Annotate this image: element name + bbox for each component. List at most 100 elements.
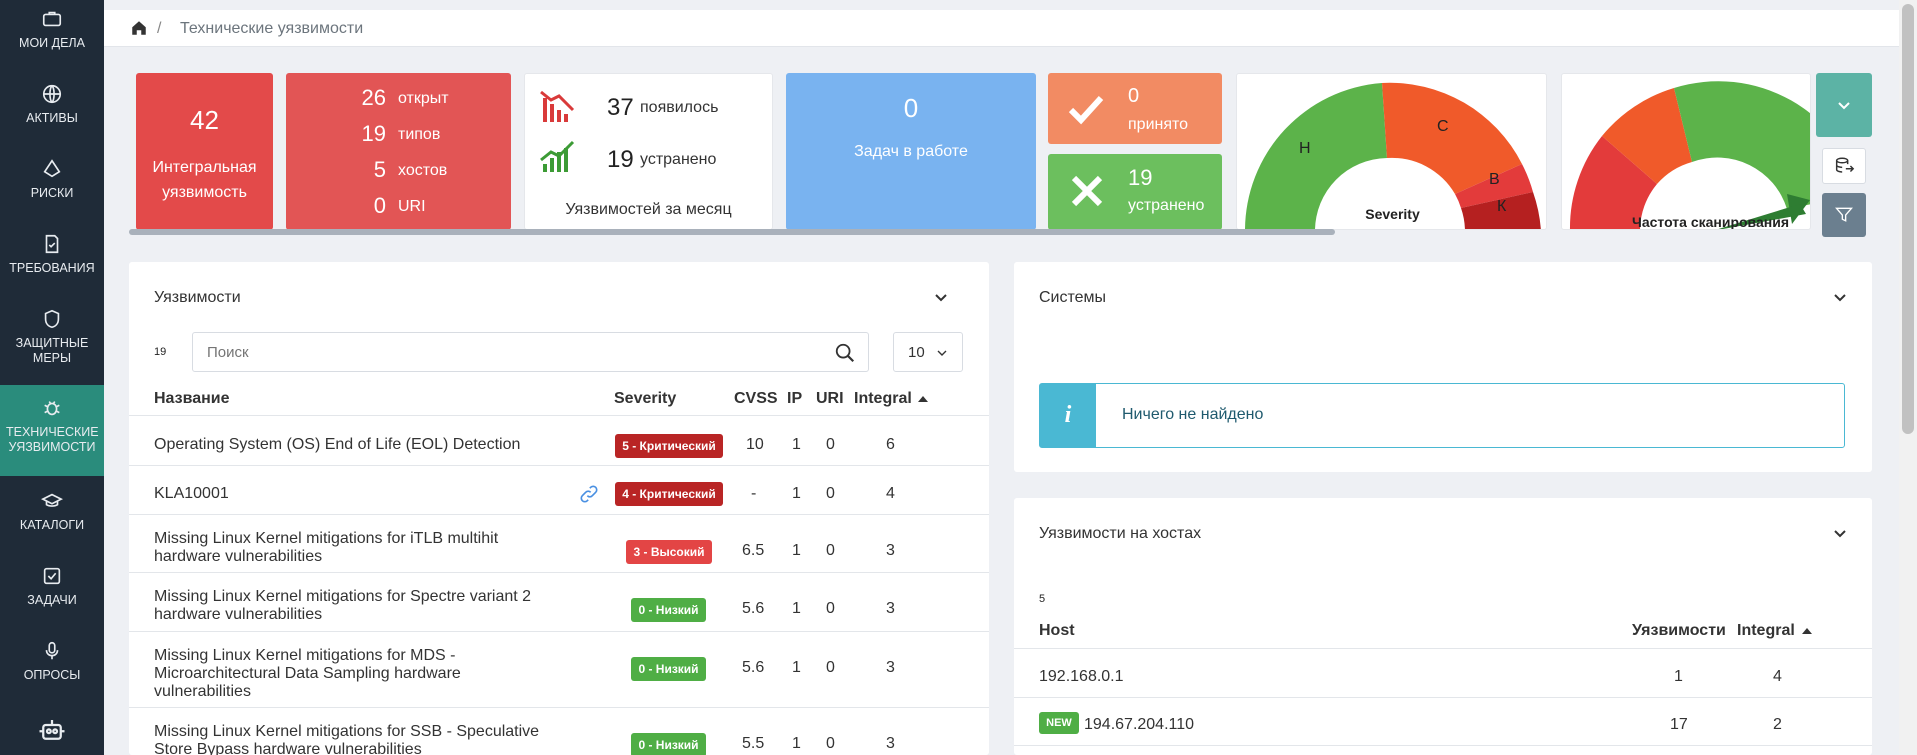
sidebar-item-tasks[interactable]: ЗАДАЧИ [0, 565, 104, 608]
chevron-down-icon[interactable] [1832, 290, 1848, 306]
sidebar-item-label: ОПРОСЫ [23, 668, 81, 682]
count-uri: 0 URI [286, 193, 511, 229]
gauge-label-medium: С [1437, 118, 1449, 135]
count-value: 0 [373, 193, 386, 218]
ip-count: 1 [792, 735, 801, 752]
integral-value: 3 [886, 542, 895, 559]
shield-icon [44, 309, 60, 329]
row-divider [1014, 697, 1872, 698]
sidebar: МОИ ДЕЛА АКТИВЫ РИСКИ ТРЕБОВАНИЯ ЗАЩИТНЫ… [0, 0, 104, 755]
sidebar-item-requirements[interactable]: ТРЕБОВАНИЯ [0, 233, 104, 276]
header-divider [1014, 648, 1872, 649]
graduation-cap-icon [41, 493, 63, 507]
appeared-value: 37 [607, 94, 634, 121]
tasks-label: Задач в работе [854, 143, 968, 160]
host-integral: 2 [1773, 716, 1782, 733]
resolved-card[interactable]: 19 устранено [1048, 154, 1222, 230]
column-integral[interactable]: Integral [854, 390, 912, 408]
column-integral[interactable]: Integral [1737, 622, 1795, 640]
chevron-down-icon[interactable] [1832, 526, 1848, 542]
column-ip[interactable]: IP [787, 390, 802, 408]
sidebar-item-label: ЗАДАЧИ [27, 593, 77, 607]
sidebar-item-tech-vulns[interactable]: ТЕХНИЧЕСКИЕ УЯЗВИМОСТИ [0, 385, 104, 476]
breadcrumb-separator: / [157, 20, 162, 37]
host-address[interactable]: 192.168.0.1 [1039, 668, 1124, 686]
ip-count: 1 [792, 436, 801, 453]
integral-value: 42 [190, 105, 219, 135]
sidebar-item-my-tasks[interactable]: МОИ ДЕЛА [0, 8, 104, 51]
search-box[interactable] [192, 332, 869, 372]
cvss-value: 10 [746, 436, 764, 453]
chevron-down-icon[interactable] [933, 290, 949, 306]
page-scrollbar[interactable] [1899, 0, 1917, 755]
column-name[interactable]: Название [154, 390, 230, 408]
panel-title: Уязвимости [154, 289, 241, 306]
collapse-button[interactable] [1816, 73, 1872, 137]
column-uri[interactable]: URI [816, 390, 844, 408]
integral-value: 3 [886, 600, 895, 617]
vuln-name[interactable]: Missing Linux Kernel mitigations for SSB… [154, 723, 554, 755]
breadcrumb-current: Технические уязвимости [180, 20, 364, 37]
sort-up-icon[interactable] [917, 393, 929, 405]
vulns-count: 19 [154, 346, 167, 358]
accepted-card[interactable]: 0 принято [1048, 73, 1222, 144]
trend-up-icon [540, 140, 575, 172]
search-icon[interactable] [834, 342, 856, 364]
robot-icon [39, 720, 65, 740]
severity-badge: 0 - Низкий [631, 657, 706, 681]
accepted-value: 0 [1128, 85, 1140, 107]
vuln-name[interactable]: KLA10001 [154, 485, 229, 503]
fixed-value: 19 [607, 146, 634, 173]
link-icon[interactable] [579, 484, 599, 504]
monthly-card[interactable]: 37 появилось 19 устранено Уязвимостей за… [524, 73, 773, 230]
vuln-name[interactable]: Missing Linux Kernel mitigations for MDS… [154, 647, 484, 701]
column-host[interactable]: Host [1039, 622, 1075, 640]
page-size-select[interactable]: 10 [893, 332, 963, 372]
sidebar-item-risks[interactable]: РИСКИ [0, 158, 104, 201]
row-divider [129, 631, 989, 632]
tasks-card[interactable]: 0 Задач в работе [786, 73, 1036, 230]
cards-horizontal-scrollbar[interactable] [129, 229, 1335, 235]
severity-badge: 0 - Низкий [631, 733, 706, 755]
uri-count: 0 [826, 600, 835, 617]
home-icon[interactable] [130, 19, 148, 37]
cvss-value: 5.6 [742, 600, 765, 617]
scan-gauge-card[interactable]: Частота сканирования [1561, 73, 1811, 230]
host-address[interactable]: 194.67.204.110 [1084, 716, 1194, 734]
integral-card[interactable]: 42 Интегральная уязвимость [136, 73, 273, 230]
sidebar-item-controls[interactable]: ЗАЩИТНЫЕ МЕРЫ [0, 308, 104, 366]
column-cvss[interactable]: CVSS [734, 390, 778, 408]
sidebar-item-surveys[interactable]: ОПРОСЫ [0, 640, 104, 683]
monthly-caption: Уязвимостей за месяц [565, 201, 732, 218]
vuln-name[interactable]: Operating System (OS) End of Life (EOL) … [154, 436, 520, 454]
hosts-count: 5 [1039, 593, 1046, 605]
sidebar-item-bot[interactable] [0, 715, 104, 751]
sidebar-item-catalogs[interactable]: КАТАЛОГИ [0, 490, 104, 533]
counts-card[interactable]: 26 открыт 19 типов 5 хостов 0 URI [286, 73, 511, 230]
cvss-value: 6.5 [742, 542, 765, 559]
row-divider [129, 572, 989, 573]
column-severity[interactable]: Severity [614, 390, 676, 408]
scan-gauge-title: Частота сканирования [1632, 214, 1790, 230]
scrollbar-thumb[interactable] [1902, 4, 1914, 434]
ip-count: 1 [792, 485, 801, 502]
breadcrumb: / Технические уязвимости [104, 10, 1899, 47]
export-button[interactable] [1822, 148, 1866, 184]
column-vulnerabilities[interactable]: Уязвимости [1632, 622, 1726, 640]
severity-gauge-card[interactable]: Н С В К Severity [1236, 73, 1547, 230]
sidebar-item-assets[interactable]: АКТИВЫ [0, 83, 104, 126]
filter-button[interactable] [1822, 193, 1866, 237]
vuln-name[interactable]: Missing Linux Kernel mitigations for Spe… [154, 588, 554, 624]
hosts-panel: Уязвимости на хостах 5 Host Уязвимости I… [1014, 498, 1872, 755]
severity-gauge-title: Severity [1365, 206, 1420, 222]
row-divider [129, 465, 989, 466]
host-integral: 4 [1773, 668, 1782, 685]
chevron-down-icon [1838, 102, 1850, 110]
search-input[interactable] [207, 341, 807, 363]
page-size-value: 10 [908, 344, 925, 361]
vulnerabilities-panel: Уязвимости 19 10 Название Severity CVSS … [129, 262, 989, 755]
sort-up-icon[interactable] [1801, 625, 1813, 637]
count-label: типов [398, 126, 441, 143]
count-hosts: 5 хостов [286, 157, 511, 193]
vuln-name[interactable]: Missing Linux Kernel mitigations for iTL… [154, 530, 554, 566]
